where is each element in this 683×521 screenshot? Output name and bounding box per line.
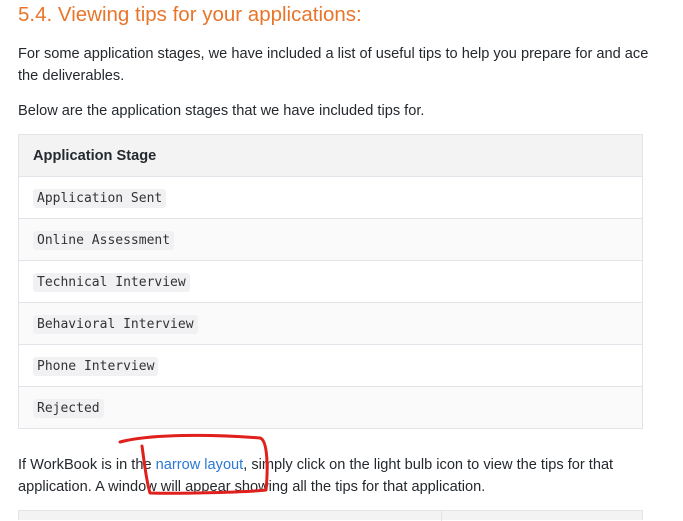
stage-rejected: Rejected xyxy=(33,398,104,418)
table-row: Rejected xyxy=(18,386,643,429)
narrow-layout-paragraph: If WorkBook is in the narrow layout, sim… xyxy=(18,454,668,498)
table-row: Technical Interview xyxy=(18,260,643,303)
narrow-text-before: If WorkBook is in the xyxy=(18,457,156,473)
docs-page: 5.4. Viewing tips for your applications:… xyxy=(0,0,683,521)
stage-phone-interview: Phone Interview xyxy=(33,356,159,376)
stage-behavioral-interview: Behavioral Interview xyxy=(33,314,198,334)
narrow-layout-link[interactable]: narrow layout xyxy=(156,457,244,473)
table-row: Application Sent xyxy=(18,176,643,219)
stage-application-sent: Application Sent xyxy=(33,188,167,208)
table-column-divider xyxy=(441,511,442,521)
table-row: Online Assessment xyxy=(18,218,643,261)
next-table-edge xyxy=(18,510,643,521)
stage-online-assessment: Online Assessment xyxy=(33,230,175,250)
table-header-application-stage: Application Stage xyxy=(18,134,643,177)
section-title: 5.4. Viewing tips for your applications: xyxy=(18,3,362,26)
stage-technical-interview: Technical Interview xyxy=(33,272,190,292)
list-intro-paragraph: Below are the application stages that we… xyxy=(18,103,425,119)
table-row: Phone Interview xyxy=(18,344,643,387)
intro-paragraph: For some application stages, we have inc… xyxy=(18,46,649,84)
table-row: Behavioral Interview xyxy=(18,302,643,345)
application-stages-table: Application Stage Application Sent Onlin… xyxy=(18,134,643,429)
